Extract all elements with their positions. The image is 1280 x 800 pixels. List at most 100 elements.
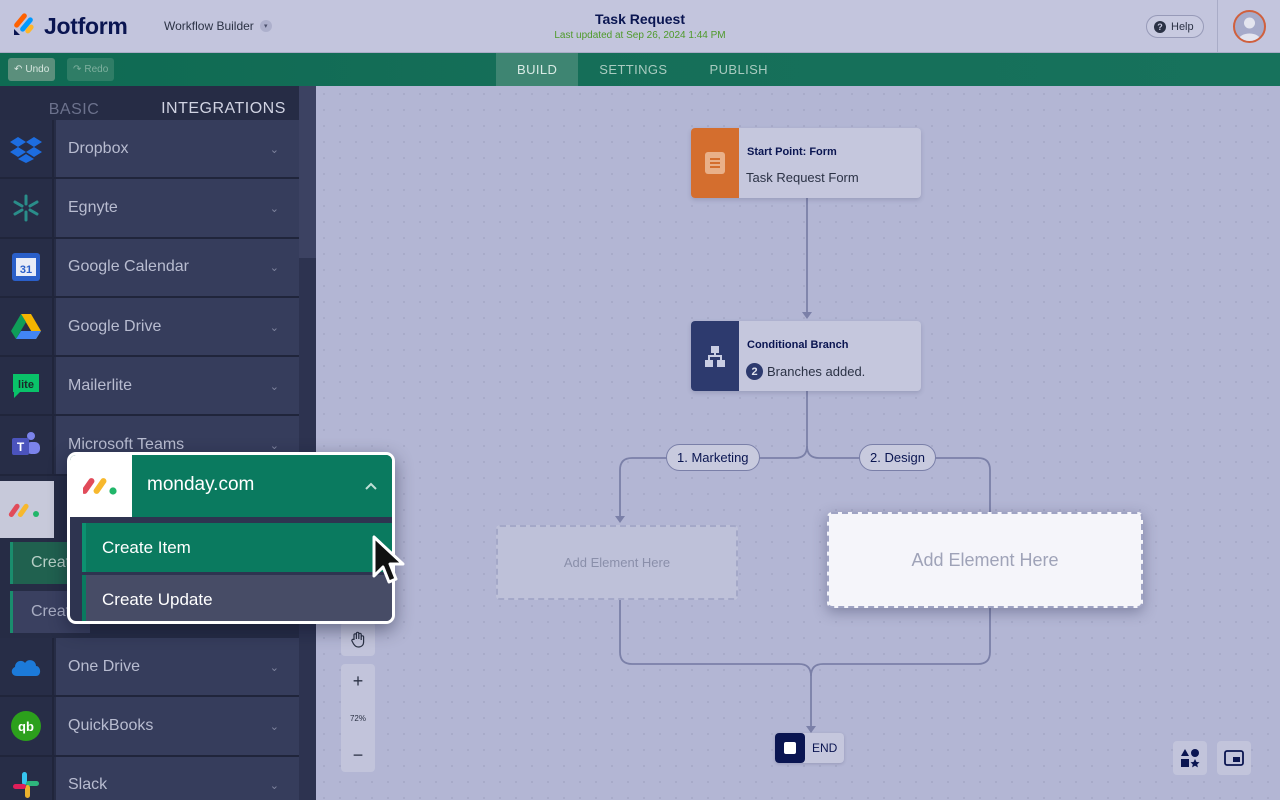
conditional-branch-node[interactable]: Conditional Branch 2 Branches added. xyxy=(691,321,921,391)
branch-icon xyxy=(691,321,739,391)
action-label: Create Item xyxy=(102,537,191,557)
mailerlite-icon: lite xyxy=(0,357,54,415)
chevron-down-icon: ⌄ xyxy=(269,440,279,453)
onedrive-icon xyxy=(0,638,54,696)
redo-label: Redo xyxy=(84,64,109,75)
google-calendar-icon: 31 xyxy=(0,238,54,296)
monday-logo-icon xyxy=(70,455,132,517)
sidebar-item-google-calendar[interactable]: 31 Google Calendar ⌄ xyxy=(0,238,299,298)
sidebar-item-mailerlite[interactable]: lite Mailerlite ⌄ xyxy=(0,357,299,417)
add-element-dropzone-active[interactable]: Add Element Here xyxy=(827,512,1143,608)
sidebar-item-slack[interactable]: Slack ⌄ xyxy=(0,756,299,800)
last-updated-text: Last updated at Sep 26, 2024 1:44 PM xyxy=(554,30,726,41)
action-label: Create Update xyxy=(102,589,213,609)
redo-icon: ↷ xyxy=(73,64,82,75)
form-title-block: Task Request Last updated at Sep 26, 202… xyxy=(540,11,740,41)
undo-button[interactable]: ↶ Undo xyxy=(8,58,56,81)
slack-icon xyxy=(0,756,54,800)
sidebar-scroll-thumb[interactable] xyxy=(299,86,316,258)
end-node[interactable]: END xyxy=(775,733,845,763)
branch-node-summary: 2 Branches added. xyxy=(746,363,865,380)
svg-text:31: 31 xyxy=(20,264,32,276)
zoom-level: 72% xyxy=(349,713,366,723)
chevron-down-icon: ⌄ xyxy=(269,380,279,393)
chevron-down-icon: ⌄ xyxy=(269,321,279,334)
monday-integration-header[interactable]: monday.com xyxy=(70,455,392,517)
sidebar-item-egnyte[interactable]: Egnyte ⌄ xyxy=(0,179,299,239)
tab-settings[interactable]: SETTINGS xyxy=(578,53,688,86)
form-icon xyxy=(691,128,739,198)
svg-text:lite: lite xyxy=(18,379,34,391)
start-node-form-name: Task Request Form xyxy=(746,170,859,185)
monday-integration-title: monday.com xyxy=(147,474,255,495)
egnyte-icon xyxy=(0,179,54,237)
sidebar-item-label: Egnyte xyxy=(68,198,118,216)
chevron-down-icon: ▾ xyxy=(259,20,272,32)
help-button[interactable]: ? Help xyxy=(1146,15,1204,38)
workflow-builder-label: Workflow Builder xyxy=(164,19,254,33)
avatar[interactable] xyxy=(1233,10,1266,43)
mouse-cursor-icon xyxy=(371,534,409,591)
chevron-down-icon: ⌄ xyxy=(269,202,279,215)
branch-label-marketing[interactable]: 1. Marketing xyxy=(666,444,760,471)
sidebar-item-label: Slack xyxy=(68,776,108,794)
undo-icon: ↶ xyxy=(14,64,23,75)
sidebar-item-dropbox[interactable]: Dropbox ⌄ xyxy=(0,120,299,180)
chevron-down-icon: ⌄ xyxy=(269,780,279,793)
sidebar-item-quickbooks[interactable]: qb QuickBooks ⌄ xyxy=(0,697,299,757)
jotform-logo[interactable]: Jotform xyxy=(12,11,128,42)
monday-integration-panel: monday.com Create Item Create Update xyxy=(67,452,395,624)
chevron-down-icon: ⌄ xyxy=(269,720,279,733)
workflow-builder-dropdown[interactable]: Workflow Builder ▾ xyxy=(164,19,272,33)
monday-sidebar-icon[interactable] xyxy=(0,481,54,538)
jotform-logo-icon xyxy=(12,11,36,42)
end-label: END xyxy=(812,741,838,755)
tab-publish[interactable]: PUBLISH xyxy=(689,53,789,86)
builder-tabs: BUILD SETTINGS PUBLISH xyxy=(496,53,789,86)
dropbox-icon xyxy=(0,120,54,178)
microsoft-teams-icon: T xyxy=(0,416,54,474)
hand-icon[interactable] xyxy=(341,622,375,656)
sidebar-item-label: Google Drive xyxy=(68,317,162,335)
monday-action-create-update[interactable]: Create Update xyxy=(82,575,392,621)
sidebar-item-label: Dropbox xyxy=(68,139,129,157)
stop-icon xyxy=(775,733,805,763)
brand-name: Jotform xyxy=(44,13,128,39)
quickbooks-icon: qb xyxy=(0,697,54,755)
branch-label-design[interactable]: 2. Design xyxy=(859,444,936,471)
undo-label: Undo xyxy=(25,64,50,75)
monday-action-create-item[interactable]: Create Item xyxy=(82,523,392,572)
user-avatar-icon xyxy=(1238,17,1261,41)
zoom-panel: + 72% − xyxy=(341,664,375,772)
start-node[interactable]: Start Point: Form Task Request Form xyxy=(691,128,921,198)
sidebar-item-google-drive[interactable]: Google Drive ⌄ xyxy=(0,297,299,358)
redo-button[interactable]: ↷ Redo xyxy=(67,58,115,81)
tab-build[interactable]: BUILD xyxy=(496,53,579,86)
zoom-in-button[interactable]: + xyxy=(341,664,375,698)
workflow-canvas[interactable]: Start Point: Form Task Request Form Cond… xyxy=(316,86,1280,800)
sidebar-item-label: One Drive xyxy=(68,657,141,675)
header-divider xyxy=(1217,0,1218,53)
zoom-out-button[interactable]: − xyxy=(341,738,375,772)
branch-node-heading: Conditional Branch xyxy=(747,339,849,351)
builder-toolbar: ↶ Undo ↷ Redo BUILD SETTINGS PUBLISH xyxy=(0,53,1280,86)
chevron-up-icon[interactable] xyxy=(365,477,377,495)
elements-shapes-button[interactable] xyxy=(1173,741,1207,775)
ghost-sub-label: Creat xyxy=(31,603,71,620)
integration-list: Dropbox ⌄ Egnyte ⌄ 31 Google Calendar ⌄ Goo… xyxy=(0,120,299,476)
google-drive-icon xyxy=(0,297,54,356)
chevron-down-icon: ⌄ xyxy=(269,143,279,156)
question-icon: ? xyxy=(1154,20,1166,33)
sidebar-item-onedrive[interactable]: One Drive ⌄ xyxy=(0,638,299,698)
branch-node-text: Branches added. xyxy=(767,364,866,379)
minimap-button[interactable] xyxy=(1217,741,1251,775)
integration-list-lower: One Drive ⌄ qb QuickBooks ⌄ Slack ⌄ xyxy=(0,638,299,800)
elements-sidebar: BASIC INTEGRATIONS Dropbox ⌄ Egnyte ⌄ 31 G… xyxy=(0,86,316,800)
start-node-heading: Start Point: Form xyxy=(747,146,837,158)
page-title[interactable]: Task Request xyxy=(540,11,740,27)
sidebar-item-label: Mailerlite xyxy=(68,376,133,394)
add-element-dropzone[interactable]: Add Element Here xyxy=(496,525,738,600)
pan-tool-panel xyxy=(341,622,375,656)
chevron-down-icon: ⌄ xyxy=(269,661,279,674)
svg-text:qb: qb xyxy=(18,719,34,734)
